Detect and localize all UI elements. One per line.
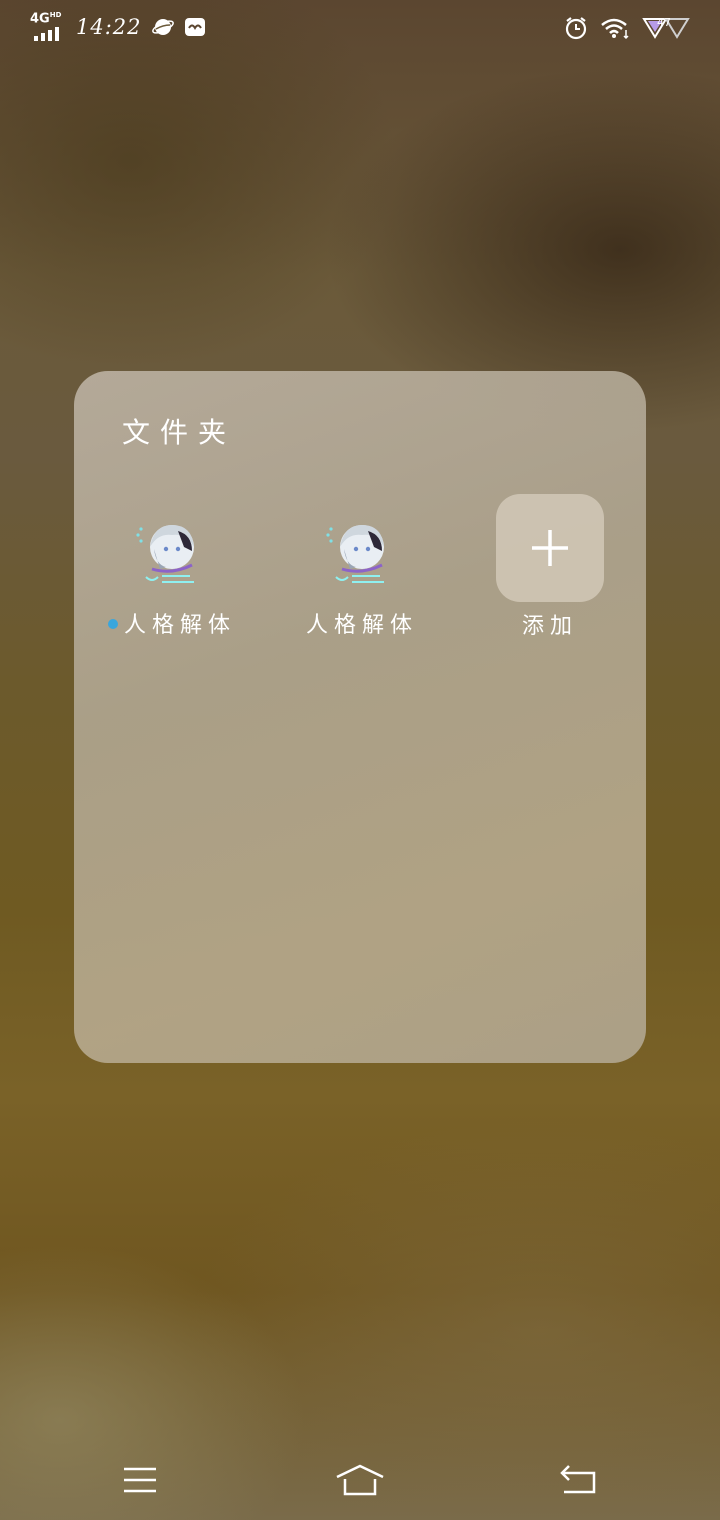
folder-panel: 文件夹 人格解体 人格解体 添加 <box>74 371 646 1063</box>
app-label-2: 人格解体 <box>305 613 418 638</box>
notification-dot <box>107 619 118 629</box>
planet-icon <box>151 19 174 35</box>
anime-avatar-icon <box>132 517 212 597</box>
add-app-button[interactable]: 添加 <box>460 494 640 640</box>
signal-icon: 4GHD <box>30 11 66 41</box>
message-icon <box>184 18 205 36</box>
plus-icon <box>532 530 568 566</box>
add-tile[interactable] <box>496 494 604 602</box>
add-label: 添加 <box>521 614 578 639</box>
home-icon <box>336 1464 384 1496</box>
navigation-bar <box>0 1440 720 1520</box>
menu-button[interactable] <box>110 1460 170 1500</box>
app-icon-1[interactable]: 人格解体 <box>82 517 262 639</box>
status-bar: 4GHD 14:22 47 <box>0 0 720 56</box>
app-icon-2[interactable]: 人格解体 <box>272 517 452 639</box>
clock: 14:22 <box>76 15 142 39</box>
folder-title: 文件夹 <box>122 416 237 449</box>
vpn-triangle-icon: 47 <box>642 16 690 40</box>
status-right: 47 <box>564 14 690 42</box>
home-button[interactable] <box>330 1460 390 1500</box>
status-left: 4GHD 14:22 <box>30 11 206 42</box>
anime-avatar-icon <box>322 517 402 597</box>
alarm-icon <box>565 17 587 40</box>
back-button[interactable] <box>548 1460 608 1500</box>
back-icon <box>560 1465 596 1494</box>
app-label-1: 人格解体 <box>82 607 262 639</box>
network-type: 4GHD <box>30 11 62 27</box>
wifi-icon <box>601 18 629 40</box>
menu-icon <box>124 1467 156 1493</box>
battery-level: 47 <box>657 16 671 29</box>
